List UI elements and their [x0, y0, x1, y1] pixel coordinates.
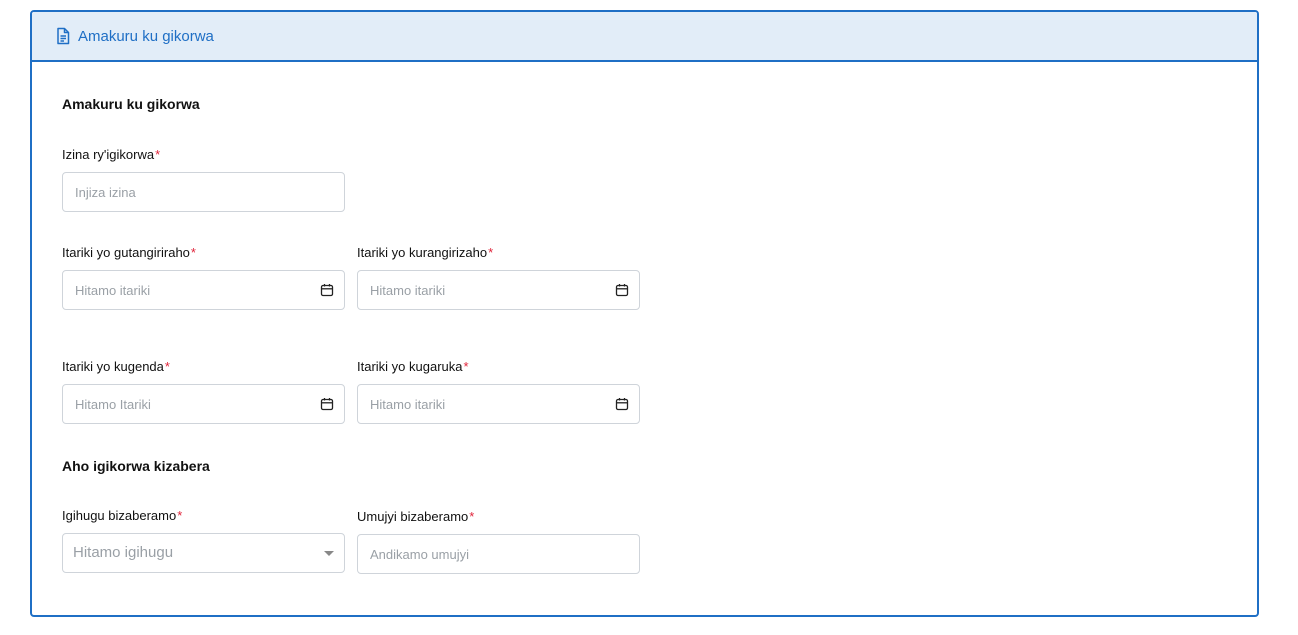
country-label: Igihugu bizaberamo* — [62, 508, 183, 523]
country-select[interactable]: Hitamo igihugu — [62, 533, 345, 573]
calendar-icon[interactable] — [615, 397, 629, 411]
end-date-input[interactable] — [358, 271, 600, 309]
departure-date-label: Itariki yo kugenda* — [62, 359, 170, 374]
caret-down-icon[interactable] — [324, 551, 334, 556]
card-header: Amakuru ku gikorwa — [32, 12, 1257, 62]
departure-date-input[interactable] — [63, 385, 305, 423]
start-date-input[interactable] — [63, 271, 305, 309]
start-date-label: Itariki yo gutangiriraho* — [62, 245, 196, 260]
section-title-location: Aho igikorwa kizabera — [62, 458, 210, 474]
city-label: Umujyi bizaberamo* — [357, 509, 475, 524]
calendar-icon[interactable] — [615, 283, 629, 297]
event-name-input[interactable] — [63, 173, 305, 211]
departure-date-field[interactable] — [62, 384, 345, 424]
return-date-label: Itariki yo kugaruka* — [357, 359, 469, 374]
return-date-field[interactable] — [357, 384, 640, 424]
card-title: Amakuru ku gikorwa — [78, 27, 214, 45]
city-input[interactable] — [358, 535, 600, 573]
event-name-label: Izina ry'igikorwa* — [62, 147, 161, 162]
country-select-value: Hitamo igihugu — [73, 544, 174, 561]
event-info-card: Amakuru ku gikorwa Amakuru ku gikorwa Iz… — [30, 10, 1259, 617]
return-date-input[interactable] — [358, 385, 600, 423]
end-date-label: Itariki yo kurangirizaho* — [357, 245, 494, 260]
event-name-field[interactable] — [62, 172, 345, 212]
city-field[interactable] — [357, 534, 640, 574]
end-date-field[interactable] — [357, 270, 640, 310]
section-title-event-info: Amakuru ku gikorwa — [62, 96, 200, 112]
calendar-icon[interactable] — [320, 283, 334, 297]
calendar-icon[interactable] — [320, 397, 334, 411]
document-icon — [54, 27, 72, 45]
start-date-field[interactable] — [62, 270, 345, 310]
